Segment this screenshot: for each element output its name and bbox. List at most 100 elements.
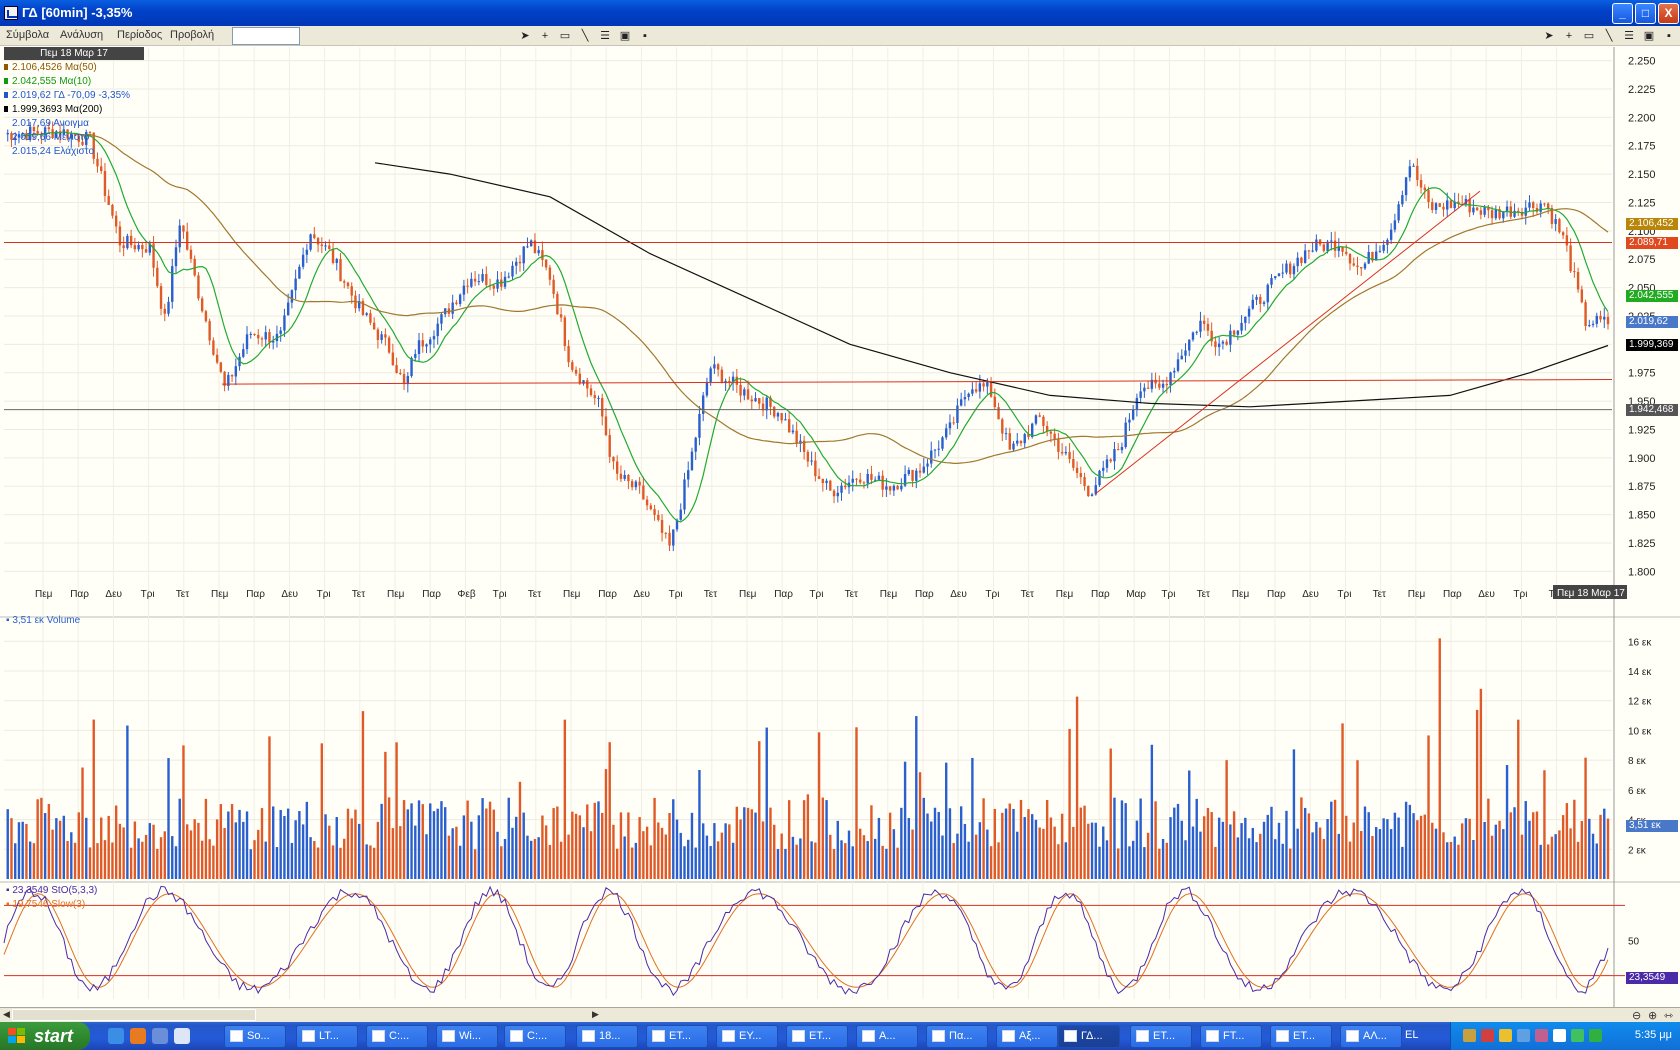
volume-bar (40, 797, 43, 879)
menu-view[interactable]: Προβολή (170, 29, 214, 41)
symbol-input[interactable] (232, 27, 300, 45)
close-button[interactable]: X (1658, 3, 1679, 24)
scroll-left-icon[interactable]: ◀ (3, 1009, 10, 1020)
minimize-button[interactable]: _ (1612, 3, 1633, 24)
tray-mail-icon[interactable] (1553, 1029, 1566, 1042)
menu-symbols[interactable]: Σύμβολα (6, 29, 49, 41)
volume-bar (967, 841, 970, 879)
price-bar (1154, 379, 1157, 384)
price-bar (129, 235, 133, 246)
taskbar-task[interactable]: Wi... (436, 1025, 498, 1048)
volume-bar (1292, 749, 1296, 879)
taskbar-task[interactable]: C:... (366, 1025, 428, 1048)
hline-tool-icon[interactable]: ☰ (597, 28, 613, 44)
system-tray: 5:35 μμ (1450, 1022, 1680, 1050)
scroll-thumb[interactable] (12, 1009, 256, 1021)
taskbar-task[interactable]: ET... (646, 1025, 708, 1048)
price-bar (1180, 355, 1183, 360)
tray-app-icon[interactable] (1535, 1029, 1548, 1042)
rectangle-tool-icon[interactable]: ▭ (557, 28, 573, 44)
taskbar-task[interactable]: ΓΔ... (1058, 1025, 1120, 1048)
time-axis-label: Δευ (1302, 589, 1319, 600)
chart-tool-icon-right[interactable]: ▣ (1641, 28, 1657, 44)
task-label: ΓΔ... (1081, 1030, 1103, 1042)
price-bar (922, 466, 925, 473)
volume-bar (1509, 812, 1512, 879)
price-bar (1419, 179, 1423, 188)
taskbar-task[interactable]: Αξ... (996, 1025, 1058, 1048)
time-axis-label: Τετ (352, 589, 365, 600)
task-window-icon (1064, 1030, 1077, 1042)
tray-network-icon[interactable] (1463, 1029, 1476, 1042)
taskbar-task[interactable]: AΛ... (1340, 1025, 1402, 1048)
price-bar (750, 399, 753, 402)
pointer-tool-icon-right[interactable]: ➤ (1541, 28, 1557, 44)
price-bar (1603, 316, 1606, 320)
volume-bar (1184, 840, 1187, 879)
price-bar (952, 422, 955, 424)
tray-update-icon[interactable] (1571, 1029, 1584, 1042)
desktop-icon[interactable] (174, 1028, 190, 1044)
volume-bar (1034, 819, 1038, 879)
menu-analysis[interactable]: Ανάλυση (60, 29, 103, 41)
volume-bar (1427, 735, 1430, 879)
save-icon-right[interactable]: ▪ (1661, 28, 1677, 44)
volume-bar (1165, 842, 1169, 879)
tray-battery-icon[interactable] (1589, 1029, 1602, 1042)
volume-bar (926, 813, 929, 879)
taskbar-task[interactable]: ET... (786, 1025, 848, 1048)
volume-bar (1389, 829, 1393, 879)
taskbar-task[interactable]: FT... (1200, 1025, 1262, 1048)
line-tool-icon[interactable]: ╲ (577, 28, 593, 44)
chart-canvas[interactable]: 2.2502.2252.2002.1752.1502.1252.1002.075… (0, 47, 1680, 1007)
price-bar (1285, 263, 1288, 273)
time-axis-label: Τετ (1197, 589, 1210, 600)
rectangle-tool-icon-right[interactable]: ▭ (1581, 28, 1597, 44)
volume-bar (66, 840, 69, 879)
volume-bar (492, 809, 495, 879)
tray-antivirus-icon[interactable] (1481, 1029, 1494, 1042)
price-tag: 1.999,369 (1626, 339, 1678, 352)
scroll-right-icon[interactable]: ▶ (592, 1009, 599, 1020)
zoom-out-icon[interactable]: ⊖ (1632, 1009, 1641, 1022)
zoom-in-icon[interactable]: ⊕ (1648, 1009, 1657, 1022)
ie-icon[interactable] (108, 1028, 124, 1044)
chart-tool-icon[interactable]: ▣ (617, 28, 633, 44)
hline-tool-icon-right[interactable]: ☰ (1621, 28, 1637, 44)
taskbar-task[interactable]: A... (856, 1025, 918, 1048)
maximize-button[interactable]: □ (1635, 3, 1656, 24)
line-tool-icon-right[interactable]: ╲ (1601, 28, 1617, 44)
taskbar-task[interactable]: EY... (716, 1025, 778, 1048)
firefox-icon[interactable] (130, 1028, 146, 1044)
media-icon[interactable] (152, 1028, 168, 1044)
zoom-reset-icon[interactable]: ⇿ (1664, 1009, 1673, 1022)
taskbar-task[interactable]: LT... (296, 1025, 358, 1048)
tray-shield-icon[interactable] (1499, 1029, 1512, 1042)
price-bar (1176, 359, 1180, 371)
taskbar-task[interactable]: ET... (1130, 1025, 1192, 1048)
taskbar-task[interactable]: 18... (576, 1025, 638, 1048)
pointer-tool-icon[interactable]: ➤ (517, 28, 533, 44)
start-button[interactable]: start (0, 1022, 90, 1050)
taskbar-task[interactable]: So... (224, 1025, 286, 1048)
price-bar (107, 195, 110, 205)
price-bar (541, 250, 544, 260)
price-bar (511, 265, 514, 277)
time-axis-label: Τετ (704, 589, 717, 600)
volume-bar (761, 821, 765, 879)
chart-area[interactable]: 2.250 2.225 2.200 2.175 2.150 2.125 2.100 2.075… (0, 47, 1680, 1007)
language-indicator[interactable]: EL (1405, 1029, 1418, 1041)
crosshair-tool-icon[interactable]: + (537, 28, 553, 44)
price-bar (765, 397, 768, 411)
menu-period[interactable]: Περίοδος (117, 29, 162, 41)
volume-bar (982, 798, 985, 879)
price-bar (1247, 308, 1251, 317)
tray-volume-icon[interactable] (1517, 1029, 1530, 1042)
crosshair-tool-icon-right[interactable]: + (1561, 28, 1577, 44)
taskbar-task[interactable]: Πα... (926, 1025, 988, 1048)
horizontal-scrollbar[interactable]: ◀ ▶ ⊖ ⊕ ⇿ (0, 1007, 1680, 1022)
price-bar (776, 413, 780, 417)
taskbar-task[interactable]: C:... (504, 1025, 566, 1048)
taskbar-task[interactable]: ET... (1270, 1025, 1332, 1048)
save-icon[interactable]: ▪ (637, 28, 653, 44)
